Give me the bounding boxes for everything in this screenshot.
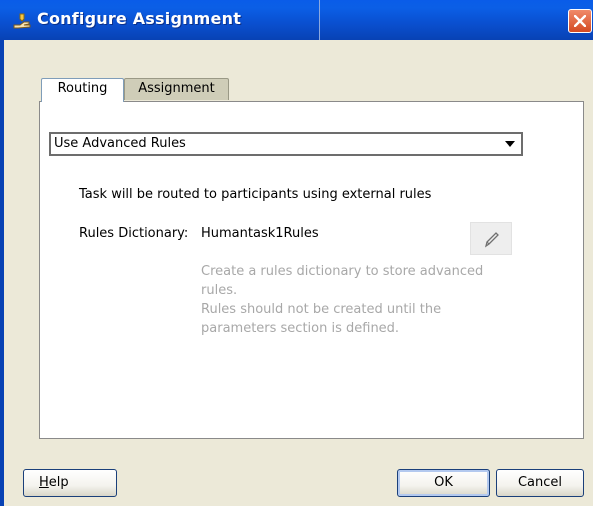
cancel-label: Cancel	[517, 475, 563, 490]
window-left-edge	[0, 40, 10, 506]
rules-hint-text: Create a rules dictionary to store advan…	[201, 262, 511, 338]
pencil-icon	[484, 232, 499, 248]
rules-dictionary-label: Rules Dictionary:	[79, 226, 189, 241]
dropdown-arrow-icon[interactable]	[505, 141, 515, 147]
tab-routing-label: Routing	[57, 81, 108, 96]
hint-line: Rules should not be created until the	[201, 302, 442, 317]
help-button[interactable]: Help	[23, 469, 117, 497]
rules-dictionary-value: Humantask1Rules	[201, 226, 319, 241]
cancel-button[interactable]: Cancel	[496, 469, 584, 497]
close-button[interactable]	[568, 9, 592, 33]
assignment-hand-icon	[12, 11, 32, 29]
routing-info-text: Task will be routed to participants usin…	[79, 187, 432, 202]
window-title: Configure Assignment	[37, 9, 242, 28]
ok-button[interactable]: OK	[397, 469, 490, 497]
hint-line: Create a rules dictionary to store advan…	[201, 264, 484, 279]
tab-assignment[interactable]: Assignment	[124, 78, 229, 100]
routing-rule-selected-value: Use Advanced Rules	[54, 136, 186, 151]
tab-routing[interactable]: Routing	[41, 78, 124, 102]
tab-assignment-label: Assignment	[138, 81, 215, 96]
title-bar[interactable]: Configure Assignment	[0, 0, 593, 40]
routing-rule-select[interactable]: Use Advanced Rules	[49, 132, 523, 156]
help-label-rest: elp	[48, 475, 69, 490]
ok-label: OK	[434, 475, 453, 490]
hint-line: rules.	[201, 283, 238, 298]
title-divider	[319, 0, 320, 40]
hint-line: parameters section is defined.	[201, 321, 400, 336]
help-mnemonic: H	[39, 475, 49, 490]
configure-assignment-dialog: Configure Assignment Assignment Routing …	[0, 0, 593, 506]
edit-rules-button[interactable]	[470, 222, 512, 255]
close-icon	[574, 15, 586, 27]
